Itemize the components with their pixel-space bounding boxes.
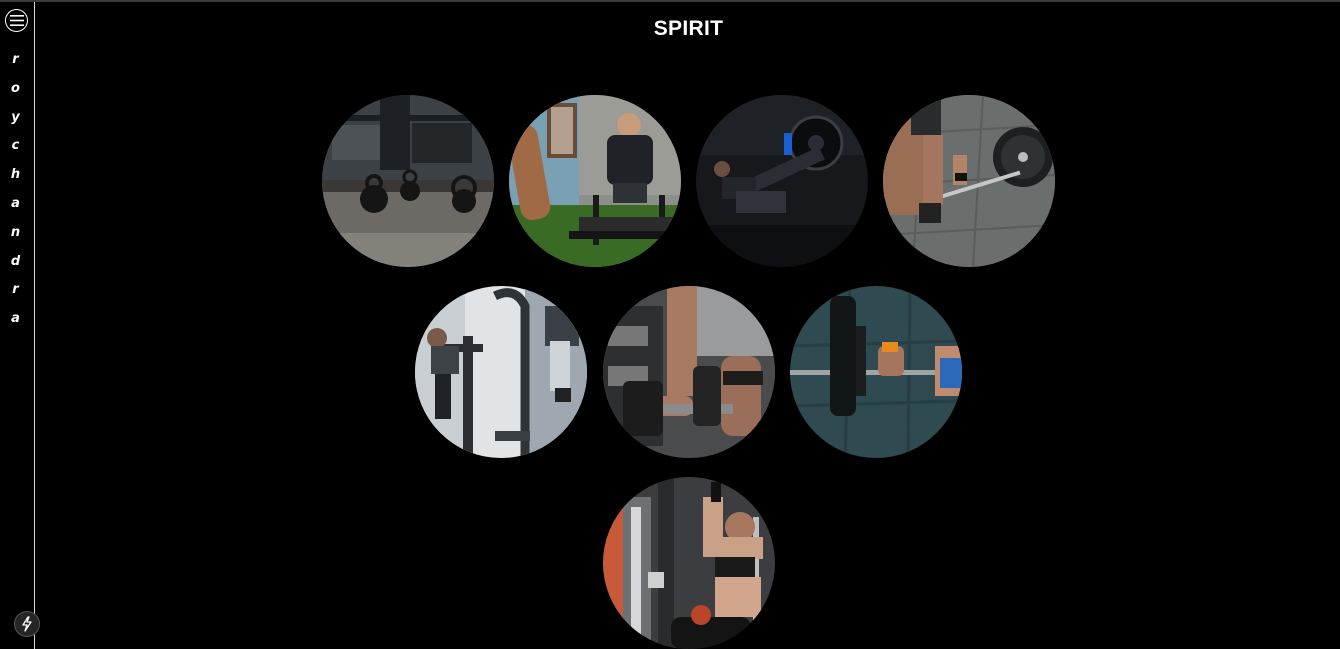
brand-letter: y [11,109,20,125]
leg-press-photo [696,95,868,267]
vertical-brand-name: r o y c h a n d r a [0,46,31,334]
brand-letter: d [10,253,21,269]
brand-letter: r [12,282,19,298]
page-title: SPIRIT [653,17,724,40]
cable-pulldown-photo [603,477,775,649]
gallery-photo-barbell-floor[interactable] [790,286,962,458]
brand-letter: h [10,167,21,183]
brand-letter: a [11,311,20,327]
sidebar: r o y c h a n d r a [0,2,40,649]
sled-push-photo [509,95,681,267]
brand-letter: a [11,195,20,211]
gallery-photo-dumbbell-grip[interactable] [603,286,775,458]
lightning-bolt-icon [22,616,32,632]
gallery-photo-sled-push[interactable] [509,95,681,267]
barbell-floor-photo [790,286,962,458]
brand-letter: r [12,52,19,67]
stair-climber-photo [415,286,587,458]
dumbbell-grip-photo [603,286,775,458]
bolt-button[interactable] [14,611,40,637]
gallery-photo-cable-pulldown[interactable] [603,477,775,649]
top-border [0,0,1340,2]
gallery-photo-kettlebells[interactable] [322,95,494,267]
gallery-photo-stair-climber[interactable] [415,286,587,458]
brand-letter: c [11,138,20,154]
barbell-deadlift-photo [883,95,1055,267]
brand-letter: o [11,80,20,96]
gallery-photo-leg-press[interactable] [696,95,868,267]
brand-letter: n [10,224,21,240]
gallery-photo-barbell-deadlift[interactable] [883,95,1055,267]
kettlebells-photo [322,95,494,267]
